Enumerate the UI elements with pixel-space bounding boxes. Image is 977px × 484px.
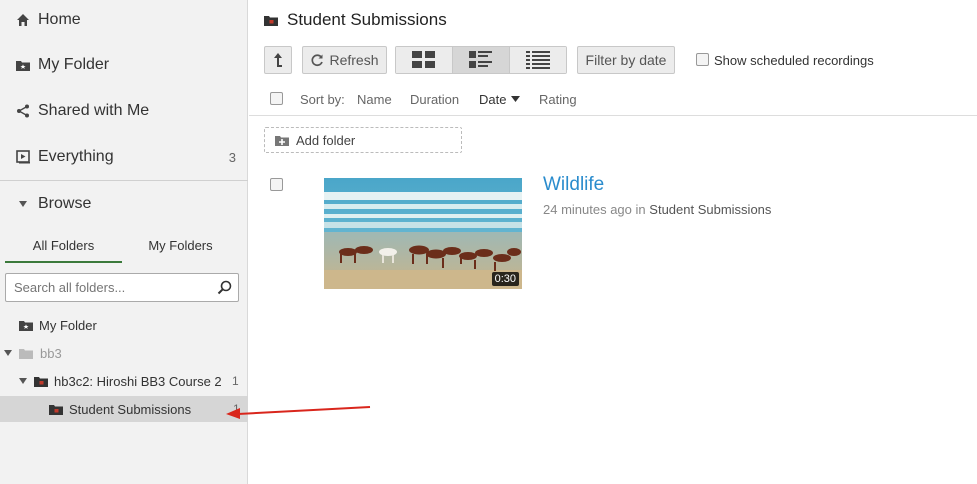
tree-bb3[interactable]: bb3 [3, 342, 62, 364]
video-duration: 0:30 [491, 272, 519, 286]
home-icon [14, 11, 32, 29]
tree-bb3-label: bb3 [40, 345, 62, 361]
page-title-text: Student Submissions [287, 10, 447, 29]
grid-view-button[interactable] [396, 47, 453, 73]
nav-my-folder-label: My Folder [38, 56, 110, 73]
sort-name[interactable]: Name [357, 92, 392, 107]
detail-list-icon [469, 51, 493, 69]
list-icon [526, 51, 550, 69]
select-all-checkbox[interactable] [270, 92, 283, 105]
nav-everything[interactable]: Everything 3 [0, 137, 248, 177]
annotation-arrow [226, 406, 371, 419]
add-folder-icon [274, 134, 290, 147]
refresh-button[interactable]: Refresh [302, 46, 387, 74]
tree-my-folder[interactable]: My Folder [18, 314, 97, 336]
view-mode-group [395, 46, 567, 74]
tab-my-folders[interactable]: My Folders [122, 235, 239, 263]
show-scheduled-checkbox[interactable] [696, 53, 709, 66]
video-folder-link[interactable]: Student Submissions [649, 202, 771, 217]
share-icon [14, 102, 32, 120]
sort-rating[interactable]: Rating [539, 92, 577, 107]
star-folder-icon [18, 319, 34, 332]
course-folder-icon [33, 375, 49, 388]
star-folder-icon [14, 56, 32, 74]
detail-view-button[interactable] [453, 47, 510, 73]
refresh-icon [310, 53, 324, 67]
video-in-text: in [635, 202, 646, 217]
tree-student-submissions[interactable]: Student Submissions 1 [48, 398, 244, 420]
arrow-up-icon [272, 52, 284, 68]
video-time-ago: 24 minutes ago [543, 202, 632, 217]
video-meta: 24 minutes ago in Student Submissions [543, 202, 771, 217]
browse-toggle[interactable]: Browse [0, 184, 248, 224]
add-folder-label: Add folder [296, 132, 356, 148]
folder-tabs: All Folders My Folders [5, 235, 239, 263]
everything-count: 3 [228, 149, 236, 165]
sort-by-label: Sort by: [300, 92, 345, 107]
sidebar: Home My Folder Shared with Me Everything… [0, 0, 248, 484]
search-icon[interactable] [217, 280, 232, 300]
video-library-icon [14, 148, 32, 166]
nav-home[interactable]: Home [0, 0, 248, 40]
folder-search-input[interactable] [6, 274, 206, 301]
toolbar-divider [249, 115, 977, 116]
nav-my-folder[interactable]: My Folder [0, 45, 248, 85]
caret-down-icon[interactable] [3, 349, 13, 357]
grid-icon [412, 51, 436, 69]
folder-icon [18, 347, 34, 360]
up-folder-button[interactable] [264, 46, 292, 74]
nav-everything-label: Everything [38, 148, 114, 165]
filter-by-date-button[interactable]: Filter by date [577, 46, 675, 74]
nav-home-label: Home [38, 11, 81, 28]
course-folder-icon [48, 403, 64, 416]
nav-shared-label: Shared with Me [38, 102, 150, 119]
page-title: Student Submissions [263, 9, 447, 31]
sort-desc-icon [511, 96, 521, 103]
sort-date-label: Date [479, 92, 507, 107]
course-folder-icon [263, 14, 279, 27]
caret-down-icon[interactable] [18, 377, 28, 385]
sort-date[interactable]: Date [479, 92, 521, 107]
browse-label: Browse [38, 195, 92, 212]
tree-course-label: hb3c2: Hiroshi BB3 Course 2 [54, 373, 222, 389]
refresh-label: Refresh [329, 52, 379, 68]
video-select-checkbox[interactable] [270, 178, 283, 191]
video-title-link[interactable]: Wildlife [543, 174, 604, 196]
tab-all-folders[interactable]: All Folders [5, 235, 122, 263]
show-scheduled-label: Show scheduled recordings [714, 53, 874, 68]
video-thumbnail[interactable]: 0:30 [324, 178, 522, 289]
caret-down-icon [14, 195, 32, 213]
sort-duration[interactable]: Duration [410, 92, 459, 107]
sidebar-divider [0, 180, 248, 181]
list-view-button[interactable] [510, 47, 566, 73]
tree-student-submissions-label: Student Submissions [69, 401, 192, 417]
tree-course[interactable]: hb3c2: Hiroshi BB3 Course 2 1 [18, 370, 243, 392]
tree-my-folder-label: My Folder [39, 317, 97, 333]
tree-course-count: 1 [232, 374, 239, 388]
add-folder-button[interactable]: Add folder [264, 127, 462, 153]
nav-shared[interactable]: Shared with Me [0, 91, 248, 131]
folder-search [5, 273, 239, 302]
